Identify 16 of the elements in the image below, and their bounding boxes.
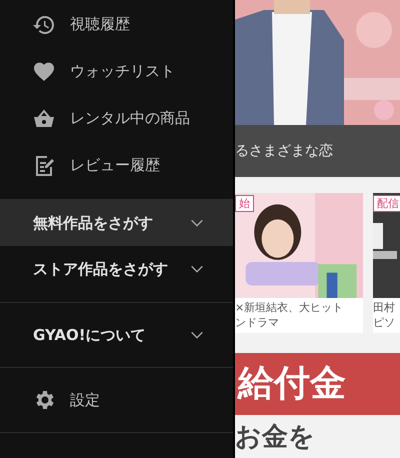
menu-item[interactable]: レビュー履歴: [0, 142, 233, 189]
headline-text: お金を: [235, 421, 316, 454]
menu-item[interactable]: 視聴履歴: [0, 1, 233, 48]
menu-item[interactable]: ウォッチリスト: [0, 48, 233, 95]
banner-text: 給付金: [235, 353, 400, 415]
menu-section[interactable]: 無料作品をさがす: [0, 199, 233, 246]
heart-icon: [32, 60, 56, 84]
card-title: 田村 ピソ: [373, 300, 396, 330]
content-card[interactable]: 配信 田村 ピソ: [373, 193, 400, 333]
content-card[interactable]: 始 ×新垣結衣、大ヒット ンドラマ: [235, 193, 363, 333]
caption-text: るさまざまな恋: [235, 125, 400, 177]
badge: 配信: [373, 195, 400, 212]
menu-section[interactable]: ストア作品をさがす: [0, 246, 233, 292]
menu-item[interactable]: レンタル中の商品: [0, 95, 233, 142]
badge: 始: [235, 195, 254, 212]
card-title: ×新垣結衣、大ヒット ンドラマ: [235, 300, 344, 330]
